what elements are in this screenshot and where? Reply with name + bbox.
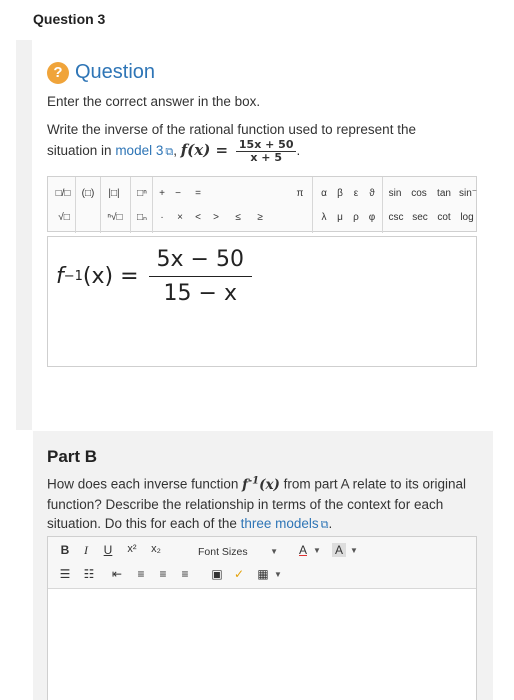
less-than-button[interactable]: < (192, 209, 204, 227)
align-left-icon[interactable]: ≡ (134, 567, 148, 581)
math-toolbar-row-1: □/□ (□) |□| □ⁿ + − = π α β ε ϑ sin cos t… (48, 181, 478, 207)
chevron-down-icon[interactable]: ▼ (274, 570, 282, 579)
sec-button[interactable]: sec (410, 209, 430, 227)
superscript-button[interactable]: x² (124, 543, 140, 555)
background-color-button[interactable]: A (332, 543, 346, 557)
minus-button[interactable]: − (172, 185, 184, 203)
toolbar-divider (130, 177, 131, 233)
editor-text-area[interactable] (48, 590, 476, 700)
equals-button[interactable]: = (192, 185, 204, 203)
answer-lhs: (x) = (82, 264, 139, 289)
phi-button[interactable]: φ (366, 209, 378, 227)
instruction-text: Enter the correct answer in the box. (47, 94, 261, 109)
model-3-link[interactable]: model 3 (115, 143, 163, 158)
arcsin-button[interactable]: sin⁻ (458, 185, 478, 203)
align-right-icon[interactable]: ≡ (178, 567, 192, 581)
less-equal-button[interactable]: ≤ (232, 209, 244, 227)
plus-button[interactable]: + (156, 185, 168, 203)
times-button[interactable]: × (174, 209, 186, 227)
answer-fraction: 5x − 50 15 − x (148, 247, 252, 306)
chevron-down-icon: ▼ (270, 547, 278, 556)
toolbar-divider (152, 177, 153, 233)
numbered-list-icon[interactable]: ☷ (82, 567, 96, 581)
alpha-button[interactable]: α (318, 185, 330, 203)
inverse-function: f-1(x) (242, 475, 280, 493)
dot-button[interactable]: · (156, 209, 168, 227)
function-fraction: 15x + 50 x + 5 (235, 139, 297, 164)
rich-text-editor: B I U x² x₂ Font Sizes ▼ A ▼ A ▼ ☰ ☷ ⇤ ≡… (47, 536, 477, 700)
mu-button[interactable]: μ (334, 209, 346, 227)
nth-root-button[interactable]: ⁿ√□ (104, 209, 126, 227)
tan-button[interactable]: tan (434, 185, 454, 203)
font-color-button[interactable]: A (296, 543, 310, 557)
prompt-period: . (296, 143, 301, 159)
csc-button[interactable]: csc (386, 209, 406, 227)
part-b-text-1: How does each inverse function (47, 476, 239, 492)
font-sizes-label: Font Sizes (198, 546, 248, 558)
image-icon[interactable]: ▣ (210, 567, 224, 581)
absolute-value-button[interactable]: |□| (104, 185, 124, 203)
parentheses-button[interactable]: (□) (78, 185, 98, 203)
outdent-icon[interactable]: ⇤ (110, 567, 124, 581)
function-label: f(x) = (180, 141, 229, 160)
question-label: Question (75, 61, 156, 83)
answer-denominator: 15 − x (163, 281, 237, 306)
prompt-text-1: Write the inverse of the rational functi… (47, 122, 416, 159)
inverse-fn-arg: (x) (259, 476, 280, 493)
answer-function-name: f (56, 264, 64, 289)
part-b-prompt: How does each inverse function f-1(x) fr… (47, 471, 477, 535)
toolbar-divider (312, 177, 313, 233)
answer-input[interactable]: f −1 (x) = 5x − 50 15 − x (47, 236, 477, 367)
fraction-denominator: x + 5 (250, 151, 282, 164)
lambda-button[interactable]: λ (318, 209, 330, 227)
inverse-fn-exponent: -1 (247, 475, 260, 486)
subscript-button[interactable]: x₂ (148, 543, 164, 555)
epsilon-button[interactable]: ε (350, 185, 362, 203)
left-rule (16, 40, 32, 430)
editor-toolbar: B I U x² x₂ Font Sizes ▼ A ▼ A ▼ ☰ ☷ ⇤ ≡… (48, 537, 476, 589)
part-b-period: . (328, 515, 333, 531)
part-b-title: Part B (47, 447, 98, 466)
greater-equal-button[interactable]: ≥ (254, 209, 266, 227)
italic-button[interactable]: I (80, 543, 92, 558)
three-models-link[interactable]: three models (241, 516, 319, 531)
font-sizes-select[interactable]: Font Sizes ▼ (194, 543, 284, 561)
beta-button[interactable]: β (334, 185, 346, 203)
part-b-panel: Part B How does each inverse function f-… (33, 431, 493, 700)
toolbar-divider (75, 177, 76, 233)
exponent-button[interactable]: □ⁿ (134, 185, 150, 203)
special-character-icon[interactable]: ✓ (232, 567, 246, 581)
align-center-icon[interactable]: ≡ (156, 567, 170, 581)
table-icon[interactable]: ▦ (256, 567, 270, 581)
underline-button[interactable]: U (102, 543, 114, 557)
prompt-comma: , (173, 143, 177, 159)
question-header: ? Question (47, 61, 155, 84)
bullet-list-icon[interactable]: ☰ (58, 567, 72, 581)
fraction-button[interactable]: □/□ (54, 185, 72, 203)
pi-button[interactable]: π (294, 185, 306, 203)
greater-than-button[interactable]: > (210, 209, 222, 227)
external-link-icon[interactable]: ⧉ (321, 516, 329, 535)
chevron-down-icon[interactable]: ▼ (313, 546, 321, 555)
square-root-button[interactable]: √□ (54, 209, 74, 227)
toolbar-divider (100, 177, 101, 233)
cot-button[interactable]: cot (434, 209, 454, 227)
subscript-button[interactable]: □ₙ (134, 209, 150, 227)
prompt-text: Write the inverse of the rational functi… (47, 120, 467, 164)
sin-button[interactable]: sin (386, 185, 404, 203)
rho-button[interactable]: ρ (350, 209, 362, 227)
question-icon: ? (47, 61, 69, 84)
chevron-down-icon[interactable]: ▼ (350, 546, 358, 555)
theta-button[interactable]: ϑ (366, 185, 378, 203)
math-toolbar-row-2: √□ ⁿ√□ □ₙ · × < > ≤ ≥ λ μ ρ φ csc sec co… (48, 205, 476, 231)
math-toolbar: □/□ (□) |□| □ⁿ + − = π α β ε ϑ sin cos t… (47, 176, 478, 233)
answer-expression: f −1 (x) = 5x − 50 15 − x (56, 247, 252, 306)
answer-numerator: 5x − 50 (148, 247, 252, 277)
bold-button[interactable]: B (58, 543, 72, 557)
answer-exponent: −1 (63, 269, 83, 284)
cos-button[interactable]: cos (409, 185, 429, 203)
question-title: Question 3 (33, 11, 106, 27)
toolbar-divider (382, 177, 383, 233)
log-button[interactable]: log (458, 209, 476, 227)
